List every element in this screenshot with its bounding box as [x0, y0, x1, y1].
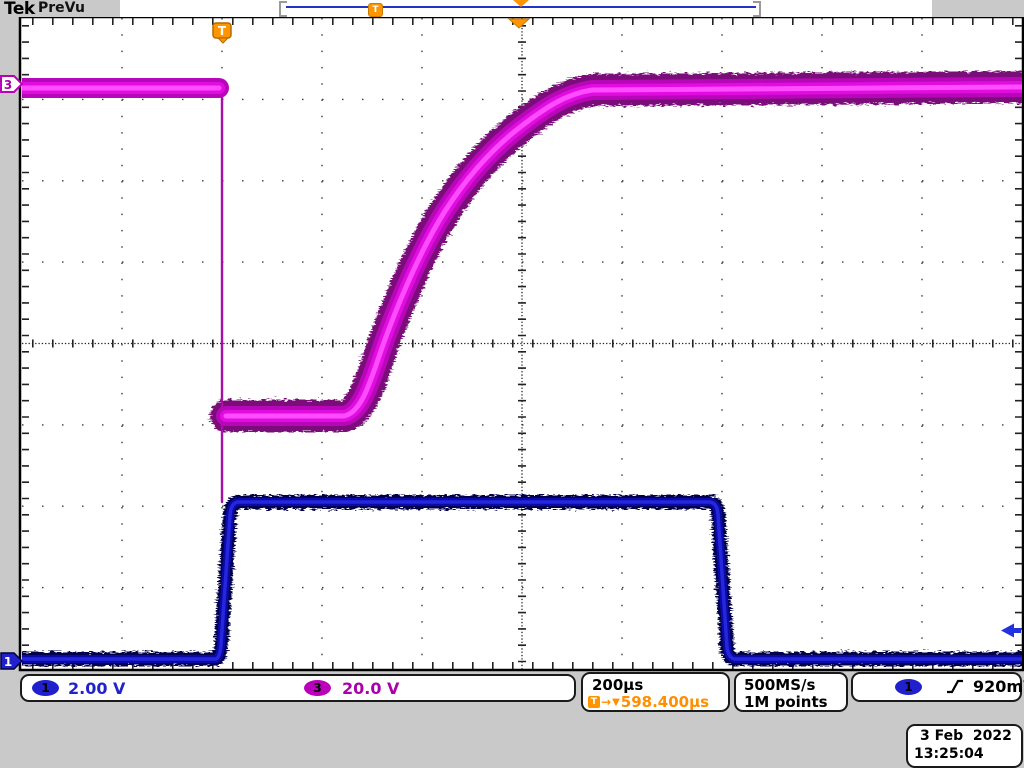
trigger-level-readout: 920mV — [973, 677, 1024, 696]
ch3-badge[interactable]: 3 — [304, 680, 331, 696]
ch3-scale-readout: 20.0 V — [342, 679, 400, 698]
brand-logo: Tek — [4, 0, 35, 19]
trigger-readout-box[interactable]: 1 920mV — [851, 672, 1024, 702]
delay-reference-icon: ▼ — [612, 696, 620, 708]
record-length-readout: 1M points — [744, 693, 828, 711]
timebase-scale-readout: 200µs — [592, 676, 644, 694]
trigger-source-badge[interactable]: 1 — [895, 679, 922, 695]
record-window-end-bracket-icon — [753, 1, 761, 17]
rising-edge-icon — [947, 679, 963, 694]
ch1-badge[interactable]: 1 — [32, 680, 59, 696]
record-view-bar[interactable]: T — [120, 0, 932, 17]
acquisition-readout-box[interactable]: 500MS/s 1M points — [734, 672, 848, 712]
svg-text:T: T — [218, 24, 227, 38]
sample-rate-readout: 500MS/s — [744, 676, 816, 694]
top-bar: Tek PreVu T — [0, 0, 1024, 19]
delay-arrow-icon: → — [601, 695, 612, 709]
record-trigger-marker-icon[interactable]: T — [368, 3, 383, 17]
date-time-box: 3 Feb 2022 13:25:04 — [906, 724, 1023, 768]
ch1-scale-readout: 2.00 V — [68, 679, 126, 698]
graticule-and-waveforms: T 3 1 — [0, 15, 1024, 672]
svg-text:1: 1 — [4, 655, 12, 669]
time-readout: 13:25:04 — [914, 746, 984, 762]
trigger-delay-readout: T → ▼ 598.400µs — [588, 693, 709, 711]
record-expansion-point-icon — [513, 0, 529, 7]
svg-text:3: 3 — [4, 78, 12, 92]
date-readout: 3 Feb 2022 — [920, 728, 1012, 744]
record-window-start-bracket-icon — [279, 1, 287, 17]
delay-trigger-marker-icon: T — [588, 696, 600, 708]
oscilloscope-screen: { "header": { "brand": "Tek", "acq_statu… — [0, 0, 1024, 768]
timebase-readout-box[interactable]: 200µs T → ▼ 598.400µs — [581, 672, 730, 712]
acquisition-status: PreVu — [38, 0, 85, 16]
delay-value: 598.400µs — [620, 693, 710, 711]
channel-scale-readout-box[interactable]: 1 2.00 V 3 20.0 V — [20, 674, 576, 702]
